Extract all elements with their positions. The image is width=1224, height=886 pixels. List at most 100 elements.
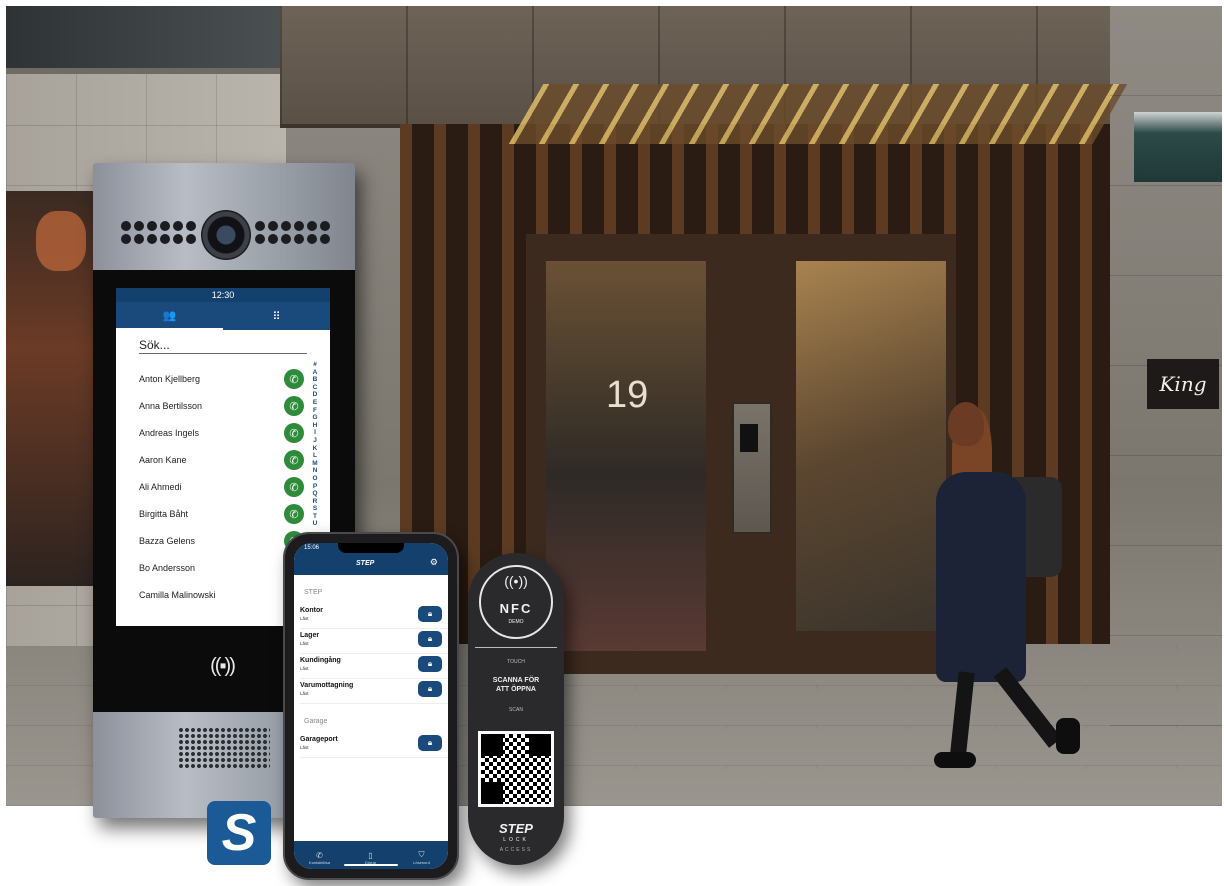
speaker-holes-left [121,221,198,244]
scan-instruction: SCANNA FÖR ATT ÖPPNA [468,676,564,694]
door-row[interactable]: Kundingång Låst 🔒︎ [300,654,448,679]
call-button[interactable]: ✆ [284,369,304,389]
call-button[interactable]: ✆ [284,504,304,524]
tab-contacts[interactable]: 👥 [116,302,223,330]
alphabet-letter[interactable]: M [309,460,321,468]
scan-line-2: ATT ÖPPNA [496,686,536,693]
door-row[interactable]: Kontor Låst 🔒︎ [300,604,448,629]
lock-icon: 🔒︎ [427,684,433,693]
door-row[interactable]: Varumottagning Låst 🔒︎ [300,679,448,704]
alphabet-letter[interactable]: N [309,467,321,475]
alphabet-letter[interactable]: Q [309,490,321,498]
camera-icon [201,210,251,260]
alphabet-letter[interactable]: B [309,376,321,384]
keypad-icon: ⠿ [272,310,281,323]
wall-intercom-panel [732,402,772,534]
group-heading: STEP [304,589,323,596]
alphabet-letter[interactable]: J [309,437,321,445]
bottom-tab-bar: ✆ Kontaktlösa ▯ Dörrar ⛉ Lösenord [294,841,448,869]
nfc-label: NFC [499,601,533,616]
contact-name: Birgitta Båht [139,509,189,519]
right-glass-door [796,261,946,631]
nfc-tag: ((•)) NFC DEMO TOUCH SCANNA FÖR ATT ÖPPN… [468,553,564,865]
wireless-icon: ((•)) [504,573,528,589]
contact-name: Camilla Malinowski [139,590,216,600]
shop-window [6,191,98,586]
tag-brand: STEP [499,821,533,836]
tab-contactless[interactable]: ✆ Kontaktlösa [294,851,345,865]
alphabet-letter[interactable]: O [309,475,321,483]
unlock-button[interactable]: 🔒︎ [418,606,442,622]
lock-icon: 🔒︎ [427,634,433,643]
tab-password[interactable]: ⛉ Lösenord [396,850,447,865]
wall-intercom-screen [740,424,758,452]
gear-icon[interactable]: ⚙ [430,557,438,568]
shield-icon: ⛉ [418,850,425,859]
door-name: Kontor [300,607,323,614]
alphabet-letter[interactable]: # [309,361,321,369]
contacts-icon: 👥 [162,309,177,322]
alphabet-letter[interactable]: F [309,407,321,415]
alphabet-letter[interactable]: S [309,505,321,513]
alphabet-letter[interactable]: U [309,520,321,528]
left-glass-door [546,261,706,651]
call-button[interactable]: ✆ [284,477,304,497]
phone-icon: ✆ [289,427,299,440]
unlock-button[interactable]: 🔒︎ [418,681,442,697]
intercom-tabs: 👥 ⠿ [116,302,330,330]
alphabet-letter[interactable]: H [309,422,321,430]
alphabet-letter[interactable]: A [309,369,321,377]
contact-name: Bo Andersson [139,563,196,573]
search-input[interactable]: Sök... [139,338,307,354]
tag-access-label: ACCESS [499,847,533,853]
door-name: Varumottagning [300,682,354,689]
canopy-lights [508,84,1128,144]
shop-sign: King [1147,359,1219,409]
alphabet-letter[interactable]: K [309,445,321,453]
alphabet-letter[interactable]: P [309,483,321,491]
alphabet-letter[interactable]: G [309,414,321,422]
scan-line-1: SCANNA FÖR [492,677,540,684]
alphabet-letter[interactable]: T [309,513,321,521]
unlock-button[interactable]: 🔒︎ [418,656,442,672]
unlock-button[interactable]: 🔒︎ [418,631,442,647]
door-status: Låst [300,641,309,646]
alphabet-letter[interactable]: D [309,391,321,399]
awning [1134,112,1222,182]
alphabet-letter[interactable]: I [309,429,321,437]
door-icon: ▯ [368,851,373,860]
lock-icon: 🔒︎ [427,609,433,618]
door-row[interactable]: Lager Låst 🔒︎ [300,629,448,654]
door-status: Låst [300,691,309,696]
alphabet-letter[interactable]: L [309,452,321,460]
phone-icon: ✆ [289,454,299,467]
tab-keypad[interactable]: ⠿ [223,302,330,330]
clock: 12:30 [116,288,330,302]
door-name: Kundingång [300,657,341,664]
phone-screen: 15:06 STEP ⚙ STEP Kontor Låst 🔒︎ Lager L… [294,543,448,869]
alphabet-letter[interactable]: C [309,384,321,392]
contact-name: Bazza Gelens [139,536,196,546]
door-row[interactable]: Garageport Låst 🔒︎ [300,733,448,758]
phone-icon: ✆ [289,373,299,386]
phone-icon: ✆ [289,481,299,494]
door-status: Låst [300,616,309,621]
lock-icon: 🔒︎ [427,738,433,747]
tab-doors[interactable]: ▯ Dörrar [345,851,396,865]
door-name: Lager [300,632,320,639]
contact-name: Anton Kjellberg [139,374,201,384]
app-logo: STEP [356,560,375,567]
speaker-holes-right [255,221,332,244]
phone-notch [338,543,404,553]
lock-icon: 🔒︎ [427,659,433,668]
unlock-button[interactable]: 🔒︎ [418,735,442,751]
call-button[interactable]: ✆ [284,396,304,416]
call-button[interactable]: ✆ [284,423,304,443]
scan-label: SCAN [509,707,523,713]
door-status: Låst [300,745,309,750]
alphabet-letter[interactable]: R [309,498,321,506]
call-button[interactable]: ✆ [284,450,304,470]
door-name: Garageport [300,736,338,743]
alphabet-letter[interactable]: E [309,399,321,407]
alphabet-index[interactable]: # A B C D E F G H I J K L M N O P Q R S T U [309,361,321,528]
